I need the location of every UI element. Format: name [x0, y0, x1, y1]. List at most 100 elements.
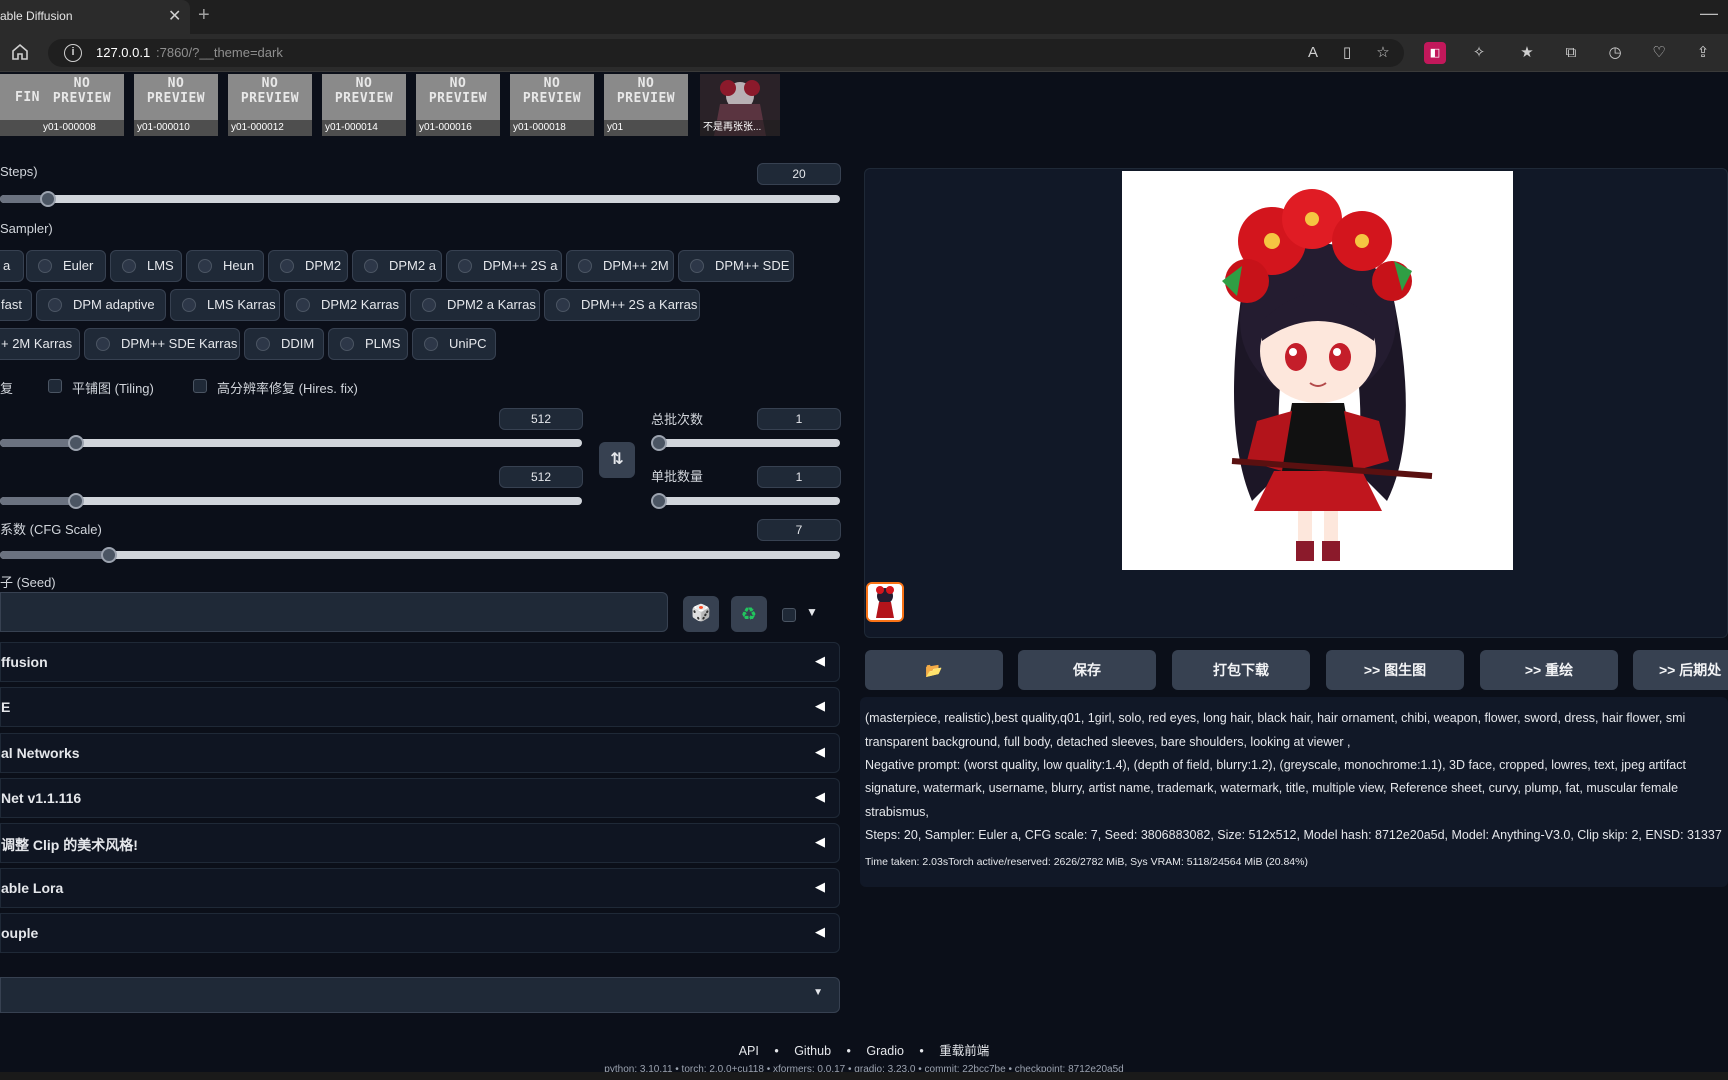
sampler-option-dpmpp-2s-a[interactable]: DPM++ 2S a [446, 250, 562, 282]
info-parameters-line: Steps: 20, Sampler: Euler a, CFG scale: … [865, 828, 1722, 842]
script-dropdown[interactable]: ▼ [0, 977, 840, 1013]
open-folder-button[interactable]: 📂 [865, 650, 1003, 690]
height-input[interactable]: 512 [499, 466, 583, 488]
sampler-option-dpmpp-sde[interactable]: DPM++ SDE [678, 250, 794, 282]
extension-icon[interactable]: ◧ [1424, 42, 1446, 64]
accordion-section[interactable]: ffusion ◀ [0, 642, 840, 682]
cfg-scale-slider-handle[interactable] [101, 547, 118, 563]
reuse-seed-recycle-icon[interactable]: ♻ [731, 596, 767, 632]
steps-slider-handle[interactable] [39, 191, 56, 207]
sampler-option-lms[interactable]: LMS [110, 250, 182, 282]
sampler-option-dpm2-a[interactable]: DPM2 a [352, 250, 442, 282]
send-to-extras-button[interactable]: >> 后期处 [1633, 650, 1728, 690]
batch-count-slider[interactable] [651, 435, 840, 451]
accordion-section[interactable]: able Lora ◀ [0, 868, 840, 908]
sampler-option-heun[interactable]: Heun [186, 250, 264, 282]
sampler-option-ddim[interactable]: DDIM [244, 328, 324, 360]
sampler-option-dpm-fast[interactable]: fast [0, 289, 32, 321]
minimize-icon[interactable]: — [1700, 3, 1718, 24]
sampler-option-lms-karras[interactable]: LMS Karras [170, 289, 280, 321]
batch-count-slider-handle[interactable] [651, 435, 667, 451]
reader-view-icon[interactable]: ▯ [1336, 42, 1358, 64]
lora-card[interactable]: NO PREVIEW y01-000010 [134, 74, 218, 136]
width-slider-handle[interactable] [67, 435, 84, 451]
dropdown-chevron-icon: ▼ [813, 987, 823, 998]
sampler-option-dpm2[interactable]: DPM2 [268, 250, 348, 282]
cfg-scale-slider[interactable] [0, 547, 840, 563]
accordion-section[interactable]: Net v1.1.116 ◀ [0, 778, 840, 818]
accordion-section[interactable]: ouple ◀ [0, 913, 840, 953]
read-aloud-icon[interactable]: A [1302, 42, 1324, 64]
sampler-option-dpmpp-2m[interactable]: DPM++ 2M [566, 250, 674, 282]
new-tab-icon[interactable]: + [198, 4, 210, 27]
send-to-img2img-button[interactable]: >> 图生图 [1326, 650, 1464, 690]
site-info-icon[interactable]: i [64, 44, 82, 62]
width-input[interactable]: 512 [499, 408, 583, 430]
lora-card[interactable]: NO PREVIEW y01-000008 [40, 74, 124, 136]
sampler-option-euler[interactable]: Euler [26, 250, 106, 282]
gallery-thumbnail[interactable] [866, 582, 904, 622]
share-icon[interactable]: ⇪ [1692, 42, 1714, 64]
height-slider[interactable] [0, 493, 582, 509]
info-prompt-line: transparent background, full body, detac… [865, 735, 1351, 749]
add-favorite-icon[interactable]: ☆ [1372, 42, 1394, 64]
tiling-checkbox[interactable] [48, 379, 62, 393]
steps-input[interactable]: 20 [757, 163, 841, 185]
collections-icon[interactable]: ⧉ [1560, 42, 1582, 64]
favorites-icon[interactable]: ★ [1516, 42, 1538, 64]
footer-api-link[interactable]: API [739, 1044, 759, 1058]
footer-reload-ui-link[interactable]: 重载前端 [939, 1044, 989, 1058]
accordion-section[interactable]: 调整 Clip 的美术风格! ◀ [0, 823, 840, 863]
random-seed-dice-icon[interactable]: 🎲 [683, 596, 719, 632]
lora-card[interactable]: NO PREVIEW y01-000016 [416, 74, 500, 136]
footer-gradio-link[interactable]: Gradio [866, 1044, 904, 1058]
extra-seed-checkbox[interactable] [782, 608, 796, 622]
tiling-label: 平铺图 (Tiling) [72, 381, 154, 396]
lora-card[interactable]: NO PREVIEW y01-000014 [322, 74, 406, 136]
width-slider[interactable] [0, 435, 582, 451]
collapse-arrow-icon: ◀ [815, 744, 825, 759]
batch-size-input[interactable]: 1 [757, 466, 841, 488]
steps-slider[interactable] [0, 191, 840, 207]
batch-size-slider-handle[interactable] [651, 493, 667, 509]
sampler-option-euler-a[interactable]: a [0, 250, 24, 282]
lora-card-caption: y01-000018 [510, 120, 594, 136]
seed-input[interactable] [0, 592, 668, 632]
accordion-section[interactable]: E ◀ [0, 687, 840, 727]
sampler-option-unipc[interactable]: UniPC [412, 328, 496, 360]
lora-card[interactable]: NO PREVIEW y01-000012 [228, 74, 312, 136]
batch-count-input[interactable]: 1 [757, 408, 841, 430]
sampler-option-dpm2-karras[interactable]: DPM2 Karras [284, 289, 406, 321]
extension-puzzle-icon[interactable]: ✧ [1468, 42, 1490, 64]
send-to-inpaint-button[interactable]: >> 重绘 [1480, 650, 1618, 690]
lora-card[interactable]: FIN 6 [0, 74, 42, 136]
swap-dimensions-button[interactable]: ⇅ [599, 442, 635, 478]
history-icon[interactable]: ◷ [1604, 42, 1626, 64]
accordion-section[interactable]: al Networks ◀ [0, 733, 840, 773]
performance-icon[interactable]: ♡ [1648, 42, 1670, 64]
sampler-option-dpmpp-sde-karras[interactable]: DPM++ SDE Karras [84, 328, 240, 360]
hires-fix-checkbox[interactable] [193, 379, 207, 393]
extra-seed-triangle-icon[interactable]: ▼ [806, 605, 818, 619]
width-slider-fill [0, 439, 76, 447]
sampler-option-dpm2-a-karras[interactable]: DPM2 a Karras [410, 289, 540, 321]
sampler-option-dpm-adaptive[interactable]: DPM adaptive [36, 289, 166, 321]
height-slider-handle[interactable] [67, 493, 84, 509]
home-icon[interactable] [10, 42, 30, 62]
sampler-option-dpmpp-2m-karras[interactable]: + 2M Karras [0, 328, 80, 360]
lora-card[interactable]: NO PREVIEW y01 [604, 74, 688, 136]
zip-download-button[interactable]: 打包下载 [1172, 650, 1310, 690]
sampler-option-label: DPM++ SDE Karras [121, 336, 238, 351]
save-button[interactable]: 保存 [1018, 650, 1156, 690]
lora-card[interactable]: 不是再张张... [700, 74, 780, 136]
lora-card[interactable]: NO PREVIEW y01-000018 [510, 74, 594, 136]
sampler-option-plms[interactable]: PLMS [328, 328, 408, 360]
browser-tab[interactable]: able Diffusion ✕ [0, 0, 190, 34]
footer-github-link[interactable]: Github [794, 1044, 831, 1058]
cfg-scale-label: 系数 (CFG Scale) [0, 522, 102, 537]
batch-size-slider[interactable] [651, 493, 840, 509]
cfg-scale-input[interactable]: 7 [757, 519, 841, 541]
generated-image[interactable] [1122, 171, 1513, 570]
close-tab-icon[interactable]: ✕ [168, 6, 181, 26]
sampler-option-dpmpp-2s-a-karras[interactable]: DPM++ 2S a Karras [544, 289, 700, 321]
